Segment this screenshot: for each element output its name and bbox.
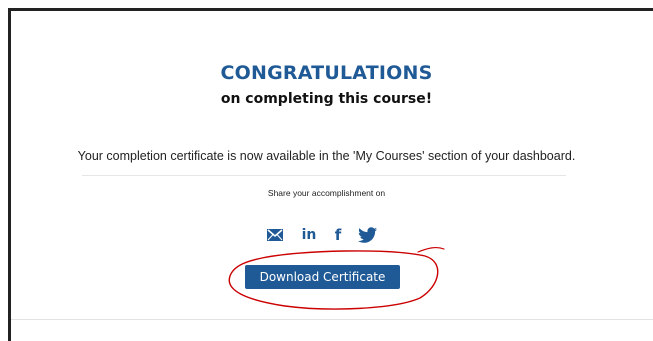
window-top-border — [8, 8, 653, 11]
page-subtitle: on completing this course! — [220, 91, 433, 107]
share-label: Share your accomplishment on — [267, 188, 386, 198]
message-divider — [82, 175, 566, 176]
email-icon[interactable] — [265, 226, 285, 244]
facebook-glyph: f — [334, 226, 342, 244]
footer-divider — [11, 319, 653, 320]
linkedin-glyph: in — [301, 227, 317, 243]
facebook-icon[interactable]: f — [331, 226, 345, 244]
window-left-border — [8, 8, 11, 341]
page-title: CONGRATULATIONS — [220, 62, 433, 84]
annotation-circle — [228, 246, 445, 310]
completion-message: Your completion certificate is now avail… — [77, 149, 576, 163]
download-certificate-button[interactable]: Download Certificate — [245, 265, 400, 289]
linkedin-icon[interactable]: in — [299, 226, 319, 244]
twitter-icon[interactable] — [357, 226, 379, 244]
completion-page: CONGRATULATIONS on completing this cours… — [0, 0, 653, 341]
